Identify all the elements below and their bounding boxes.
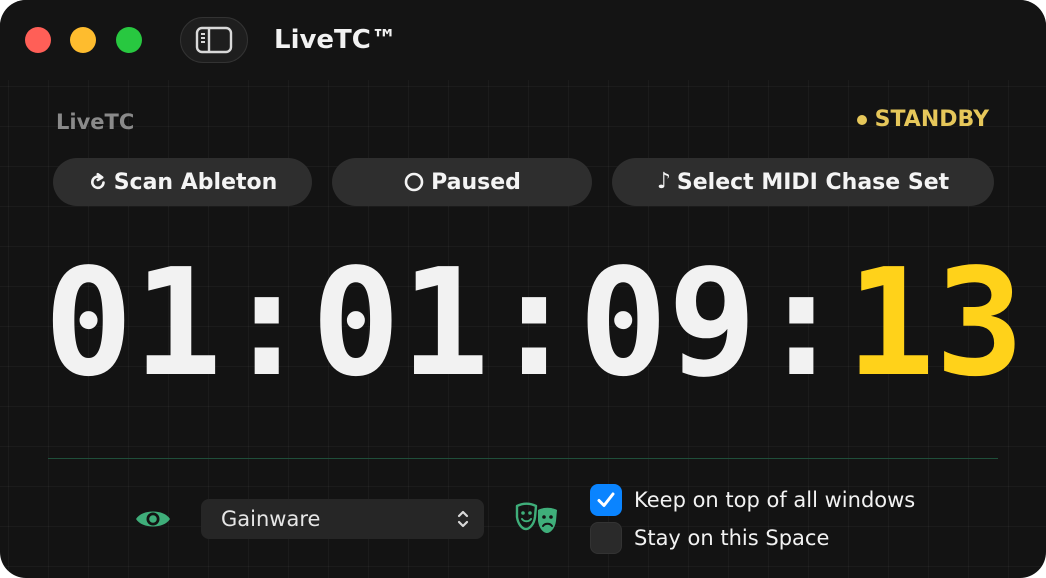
- refresh-icon: [88, 172, 108, 192]
- chevron-up-down-icon: [457, 510, 469, 528]
- window-title: LiveTC™: [274, 25, 397, 55]
- device-selector-value: Gainware: [221, 507, 321, 531]
- stay-on-space-label: Stay on this Space: [634, 526, 830, 550]
- close-window-button[interactable]: [25, 27, 51, 53]
- app-window: LiveTC™ LiveTC STANDBY Scan Ableton Paus…: [0, 0, 1046, 578]
- status-text: STANDBY: [874, 107, 989, 132]
- timecode-hours: 01: [44, 237, 223, 409]
- keep-on-top-option[interactable]: Keep on top of all windows: [590, 484, 915, 516]
- theater-masks-icon[interactable]: [514, 502, 560, 536]
- checkmark-icon: [597, 492, 615, 507]
- music-note-icon: ♪: [656, 169, 671, 194]
- paused-label: Paused: [431, 169, 521, 195]
- scan-ableton-button[interactable]: Scan Ableton: [53, 158, 312, 206]
- circle-icon: [403, 171, 425, 193]
- paused-button[interactable]: Paused: [332, 158, 592, 206]
- title-bar[interactable]: LiveTC™: [0, 0, 1046, 80]
- status-dot-icon: [856, 115, 867, 125]
- zoom-window-button[interactable]: [116, 27, 142, 53]
- timecode-minutes: 01: [311, 237, 490, 409]
- timecode-separator: :: [222, 237, 312, 409]
- select-midi-chase-set-button[interactable]: ♪ Select MIDI Chase Set: [612, 158, 994, 206]
- stay-on-space-option[interactable]: Stay on this Space: [590, 522, 829, 554]
- stay-on-space-checkbox[interactable]: [590, 522, 622, 554]
- timecode-frames: 13: [845, 237, 1025, 409]
- keep-on-top-checkbox[interactable]: [590, 484, 622, 516]
- scan-ableton-label: Scan Ableton: [113, 169, 278, 195]
- timecode-seconds: 09: [578, 237, 757, 409]
- timecode-display: 01:01:09:13: [44, 249, 1024, 397]
- divider: [48, 458, 998, 459]
- app-label: LiveTC: [56, 110, 135, 134]
- minimize-window-button[interactable]: [70, 27, 96, 53]
- sidebar-toggle-button[interactable]: [180, 17, 248, 63]
- device-selector[interactable]: Gainware: [201, 499, 484, 539]
- keep-on-top-label: Keep on top of all windows: [634, 488, 916, 512]
- select-midi-chase-set-label: Select MIDI Chase Set: [676, 169, 950, 195]
- timecode-separator: :: [489, 237, 579, 409]
- timecode-separator: :: [756, 237, 846, 409]
- sidebar-icon: [195, 26, 233, 54]
- eye-icon[interactable]: [134, 505, 172, 533]
- status-indicator: STANDBY: [856, 106, 989, 134]
